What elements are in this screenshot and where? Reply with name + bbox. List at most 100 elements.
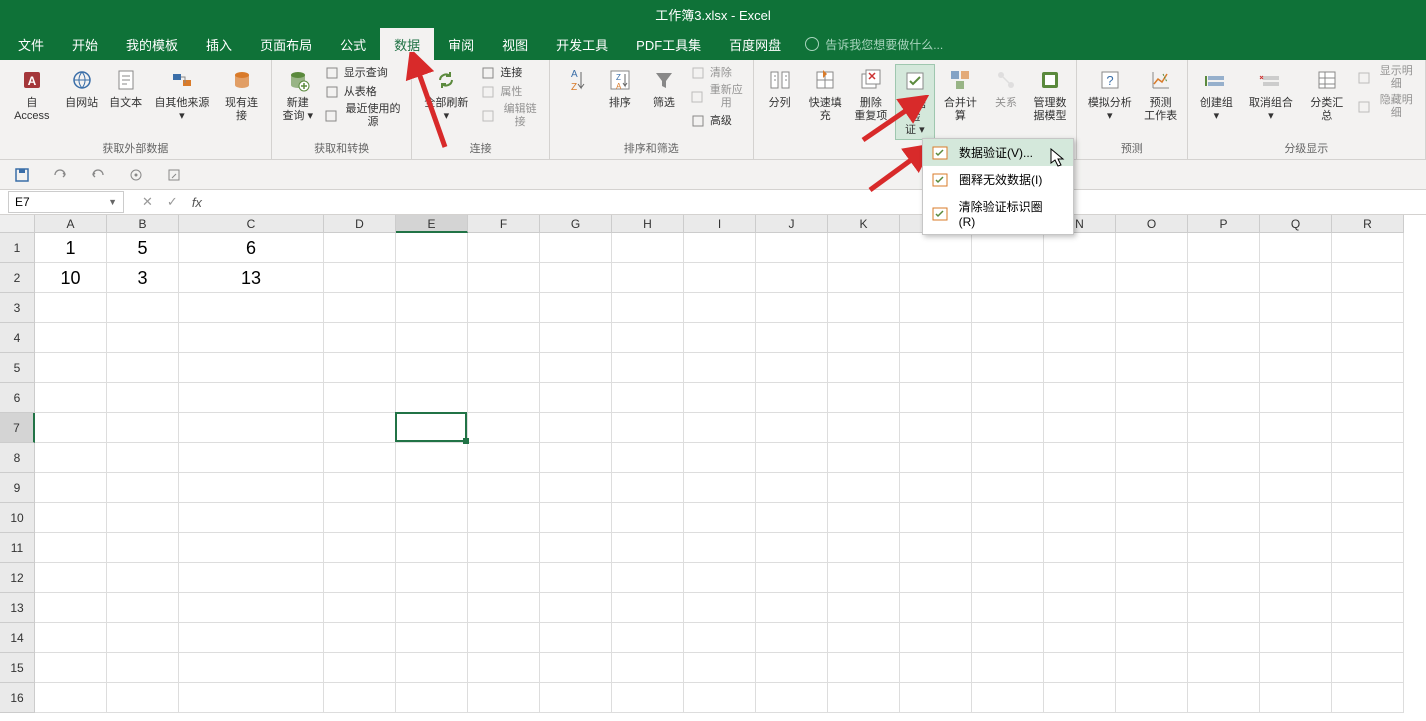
- cell-H15[interactable]: [612, 653, 684, 683]
- cell-D14[interactable]: [324, 623, 396, 653]
- cell-C8[interactable]: [179, 443, 324, 473]
- cell-R11[interactable]: [1332, 533, 1404, 563]
- cell-F2[interactable]: [468, 263, 540, 293]
- cell-N10[interactable]: [1044, 503, 1116, 533]
- row-header-12[interactable]: 12: [0, 563, 35, 593]
- cell-F16[interactable]: [468, 683, 540, 713]
- cell-O12[interactable]: [1116, 563, 1188, 593]
- cell-G7[interactable]: [540, 413, 612, 443]
- enter-formula-button[interactable]: ✓: [167, 194, 178, 210]
- cell-E7[interactable]: [396, 413, 468, 443]
- cell-Q10[interactable]: [1260, 503, 1332, 533]
- cell-F15[interactable]: [468, 653, 540, 683]
- data-model-button[interactable]: 管理数 据模型: [1030, 64, 1070, 125]
- cell-N8[interactable]: [1044, 443, 1116, 473]
- cell-Q4[interactable]: [1260, 323, 1332, 353]
- relationships-button[interactable]: 关系: [986, 64, 1026, 112]
- hide-detail-button[interactable]: 隐藏明细: [1355, 93, 1419, 121]
- cell-F4[interactable]: [468, 323, 540, 353]
- tab-插入[interactable]: 插入: [192, 28, 246, 60]
- tab-页面布局[interactable]: 页面布局: [246, 28, 326, 60]
- subtotal-button[interactable]: 分类汇总: [1303, 64, 1351, 125]
- cell-E10[interactable]: [396, 503, 468, 533]
- col-header-Q[interactable]: Q: [1260, 215, 1332, 233]
- cell-M16[interactable]: [972, 683, 1044, 713]
- new-query-button[interactable]: 新建 查询 ▾: [278, 64, 318, 125]
- cell-A13[interactable]: [35, 593, 107, 623]
- cell-C16[interactable]: [179, 683, 324, 713]
- cell-K6[interactable]: [828, 383, 900, 413]
- col-header-B[interactable]: B: [107, 215, 179, 233]
- cell-N9[interactable]: [1044, 473, 1116, 503]
- row-header-3[interactable]: 3: [0, 293, 35, 323]
- redo-button[interactable]: [50, 165, 70, 185]
- cell-C11[interactable]: [179, 533, 324, 563]
- cell-G15[interactable]: [540, 653, 612, 683]
- cell-O8[interactable]: [1116, 443, 1188, 473]
- cell-I4[interactable]: [684, 323, 756, 353]
- sort-asc-button[interactable]: AZ: [556, 64, 596, 96]
- cell-K11[interactable]: [828, 533, 900, 563]
- cell-P15[interactable]: [1188, 653, 1260, 683]
- cell-Q5[interactable]: [1260, 353, 1332, 383]
- cell-L8[interactable]: [900, 443, 972, 473]
- cell-area[interactable]: 15610313: [35, 233, 1404, 713]
- cell-F9[interactable]: [468, 473, 540, 503]
- cell-B9[interactable]: [107, 473, 179, 503]
- whatif-button[interactable]: ?模拟分析 ▾: [1083, 64, 1137, 125]
- cell-C13[interactable]: [179, 593, 324, 623]
- cell-L1[interactable]: [900, 233, 972, 263]
- cell-P11[interactable]: [1188, 533, 1260, 563]
- cell-H2[interactable]: [612, 263, 684, 293]
- cell-E2[interactable]: [396, 263, 468, 293]
- cell-L11[interactable]: [900, 533, 972, 563]
- cell-A10[interactable]: [35, 503, 107, 533]
- select-all-corner[interactable]: [0, 215, 35, 233]
- ungroup-button[interactable]: 取消组合 ▾: [1243, 64, 1299, 125]
- cell-G13[interactable]: [540, 593, 612, 623]
- cell-I11[interactable]: [684, 533, 756, 563]
- cell-L9[interactable]: [900, 473, 972, 503]
- cell-M3[interactable]: [972, 293, 1044, 323]
- cell-D11[interactable]: [324, 533, 396, 563]
- cell-K10[interactable]: [828, 503, 900, 533]
- cell-P3[interactable]: [1188, 293, 1260, 323]
- col-header-K[interactable]: K: [828, 215, 900, 233]
- cell-J16[interactable]: [756, 683, 828, 713]
- cell-N2[interactable]: [1044, 263, 1116, 293]
- data-validation-button[interactable]: 数据验 证 ▾: [895, 64, 935, 140]
- cell-M7[interactable]: [972, 413, 1044, 443]
- cell-I2[interactable]: [684, 263, 756, 293]
- cell-K5[interactable]: [828, 353, 900, 383]
- cell-Q16[interactable]: [1260, 683, 1332, 713]
- cell-F13[interactable]: [468, 593, 540, 623]
- cell-B6[interactable]: [107, 383, 179, 413]
- spreadsheet[interactable]: ABCDEFGHIJKLMNOPQR 123456789101112131415…: [0, 215, 1426, 720]
- cell-N16[interactable]: [1044, 683, 1116, 713]
- cell-B11[interactable]: [107, 533, 179, 563]
- cell-F6[interactable]: [468, 383, 540, 413]
- cell-J1[interactable]: [756, 233, 828, 263]
- cell-C4[interactable]: [179, 323, 324, 353]
- cell-L10[interactable]: [900, 503, 972, 533]
- from-access-button[interactable]: A自 Access: [6, 64, 58, 125]
- cell-E3[interactable]: [396, 293, 468, 323]
- cell-Q3[interactable]: [1260, 293, 1332, 323]
- cell-D7[interactable]: [324, 413, 396, 443]
- cell-J15[interactable]: [756, 653, 828, 683]
- cell-N14[interactable]: [1044, 623, 1116, 653]
- cell-A2[interactable]: 10: [35, 263, 107, 293]
- cell-R8[interactable]: [1332, 443, 1404, 473]
- cell-H5[interactable]: [612, 353, 684, 383]
- cell-E11[interactable]: [396, 533, 468, 563]
- cell-F11[interactable]: [468, 533, 540, 563]
- cell-M4[interactable]: [972, 323, 1044, 353]
- cell-J9[interactable]: [756, 473, 828, 503]
- cell-R7[interactable]: [1332, 413, 1404, 443]
- cell-R14[interactable]: [1332, 623, 1404, 653]
- cell-G16[interactable]: [540, 683, 612, 713]
- from-other-button[interactable]: 自其他来源 ▾: [150, 64, 215, 125]
- cell-E13[interactable]: [396, 593, 468, 623]
- cell-H11[interactable]: [612, 533, 684, 563]
- tab-PDF工具集[interactable]: PDF工具集: [622, 28, 715, 60]
